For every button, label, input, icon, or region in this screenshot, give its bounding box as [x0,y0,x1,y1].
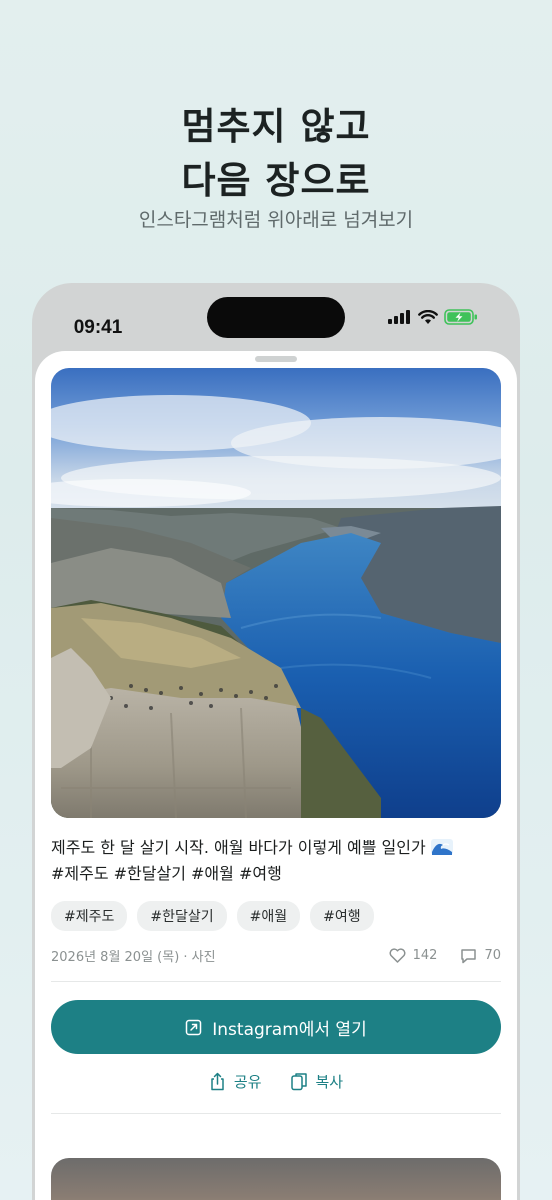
tag-chip[interactable]: #제주도 [51,901,128,931]
next-post-photo[interactable] [51,1158,501,1200]
heart-icon[interactable] [389,948,406,963]
battery-charging-icon [444,309,477,325]
fjord-cliff-photo[interactable] [51,368,501,818]
copy-icon [290,1073,307,1091]
caption-hashtags: #제주도 #한달살기 #애월 #여행 [51,864,282,883]
copy-button[interactable]: 복사 [290,1071,344,1092]
divider [51,981,501,982]
status-icons [388,309,478,325]
wifi-icon [418,309,438,324]
tag-list: #제주도 #한달살기 #애월 #여행 [51,901,374,931]
cellular-signal-icon [388,310,410,324]
headline-line-1: 멈추지 않고 [181,105,371,148]
promo-headline: 멈추지 않고 다음 장으로 [0,100,552,208]
post-caption: 제주도 한 달 살기 시작. 애월 바다가 이렇게 예쁠 일인가 #제주도 #한… [51,835,501,887]
comment-count: 70 [484,948,501,963]
dynamic-island [207,297,345,338]
promo-subhead: 인스타그램처럼 위아래로 넘겨보기 [138,209,414,231]
divider [51,1113,501,1114]
wave-emoji-icon [430,839,453,855]
open-instagram-label: Instagram에서 열기 [212,1019,367,1040]
sheet-grabber[interactable] [255,356,297,362]
share-icon [211,1072,224,1091]
post-actions: 공유 복사 [51,1071,501,1092]
share-label: 공유 [233,1073,262,1091]
post-stats: 142 70 [389,948,501,964]
external-link-icon [186,1019,202,1035]
photo-illustration [51,368,501,818]
tag-chip[interactable]: #한달살기 [137,901,227,931]
open-instagram-button[interactable]: Instagram에서 열기 [51,1000,501,1054]
like-count: 142 [412,948,438,963]
post-meta: 2026년 8월 20일 (목) · 사진 142 70 [51,946,501,965]
status-time: 09:41 [73,317,123,338]
tag-chip[interactable]: #애월 [236,901,301,931]
tag-chip[interactable]: #여행 [310,901,374,931]
phone-frame: 09:41 제주도 한 달 살기 시작. 애월 바다가 이렇게 예쁠 일인가 #… [32,283,520,1200]
share-button[interactable]: 공유 [209,1071,262,1092]
copy-label: 복사 [315,1073,344,1091]
post-sheet: 제주도 한 달 살기 시작. 애월 바다가 이렇게 예쁠 일인가 #제주도 #한… [35,351,517,1200]
caption-text: 제주도 한 달 살기 시작. 애월 바다가 이렇게 예쁠 일인가 [51,838,426,857]
post-date: 2026년 8월 20일 (목) · 사진 [51,950,216,965]
comment-icon[interactable] [460,948,477,964]
headline-line-2: 다음 장으로 [181,159,371,202]
